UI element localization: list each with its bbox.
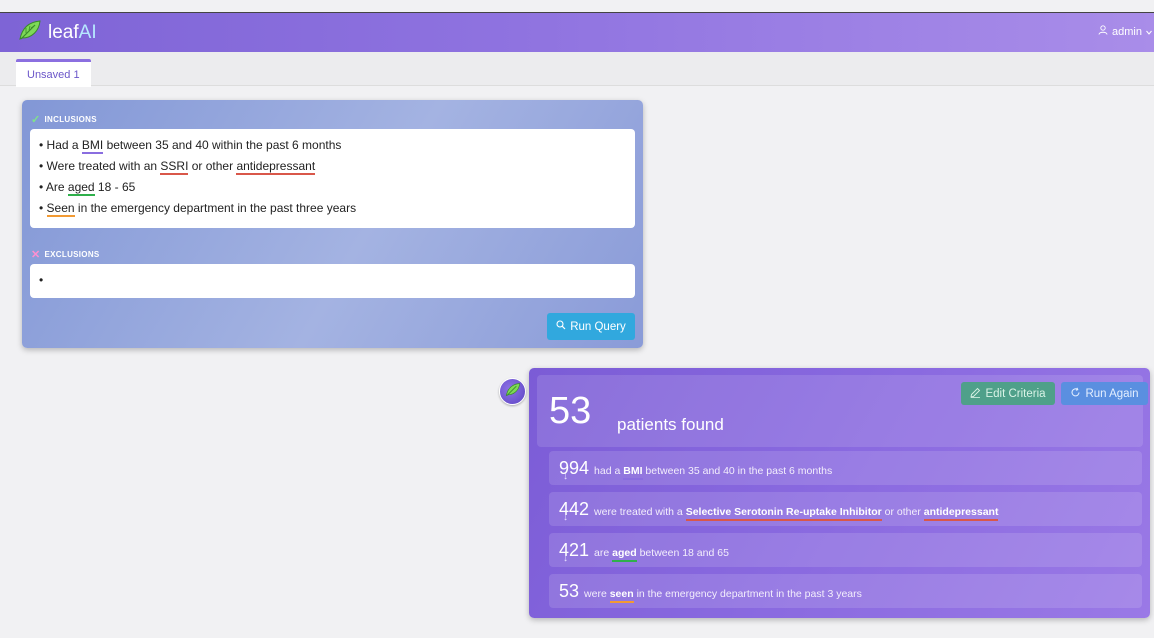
term-aged[interactable]: aged [612,546,637,562]
term-aged[interactable]: aged [67,180,95,196]
arrow-down-icon: ↓ [563,553,568,564]
term-bmi[interactable]: BMI [81,138,104,154]
term-ssri[interactable]: Selective Serotonin Re-uptake Inhibitor [685,505,882,521]
brand-logo[interactable]: leafAI [18,19,97,46]
term-seen[interactable]: Seen [46,201,75,217]
refresh-icon [1070,387,1081,401]
arrow-down-icon: ↓ [563,512,568,523]
criteria-card: ✓ INCLUSIONS • Had a BMI between 35 and … [22,100,643,348]
user-icon [1098,25,1108,38]
result-summary: 53 patients found Edit Criteria Run Agai… [537,375,1148,447]
query-tab-bar: Unsaved 1 [0,52,1154,87]
pencil-icon [970,387,981,401]
x-icon: ✕ [31,249,41,261]
run-query-button[interactable]: Run Query [547,313,635,340]
exclusions-editor[interactable]: • [30,264,635,298]
inclusion-line: • Had a BMI between 35 and 40 within the… [39,138,342,154]
result-step: 994 had a BMI between 35 and 40 in the p… [549,451,1142,485]
chevron-down-icon [1146,26,1152,38]
inclusion-line: • Were treated with an SSRI or other ant… [39,159,316,175]
term-antidepressant[interactable]: antidepressant [923,505,999,521]
step-count: 53 [559,581,580,601]
inclusion-line: • Are aged 18 - 65 [39,180,136,196]
result-step: 53 were seen in the emergency department… [549,574,1142,608]
top-nav-bar: leafAI admin [0,13,1154,52]
exclusion-line: • [39,273,44,287]
patient-count-label: patients found [617,415,724,434]
term-antidepressant[interactable]: antidepressant [236,159,316,175]
leaf-icon [18,19,42,46]
inclusions-editor[interactable]: • Had a BMI between 35 and 40 within the… [30,129,635,228]
leafai-bot-avatar [499,378,526,405]
arrow-down-icon: ↓ [563,471,568,482]
tab-unsaved-1[interactable]: Unsaved 1 [16,59,91,87]
result-step: 421 are aged between 18 and 65 ↓ [549,533,1142,567]
leaf-icon [505,382,521,402]
term-ssri[interactable]: SSRI [160,159,189,175]
inclusions-header: ✓ INCLUSIONS [31,114,97,126]
result-card: 53 patients found Edit Criteria Run Agai… [529,368,1150,618]
brand-name: leafAI [48,21,97,43]
user-name: admin [1112,25,1142,38]
run-again-button[interactable]: Run Again [1061,382,1148,405]
exclusions-header: ✕ EXCLUSIONS [31,249,100,261]
edit-criteria-button[interactable]: Edit Criteria [961,382,1055,405]
term-seen[interactable]: seen [609,587,634,603]
check-icon: ✓ [31,114,41,126]
term-bmi[interactable]: BMI [623,464,643,480]
inclusion-line: • Seen in the emergency department in th… [39,201,357,217]
patient-count: 53 [549,390,592,432]
user-menu[interactable]: admin [1098,25,1152,38]
search-icon [556,320,566,333]
result-step: 442 were treated with a Selective Seroto… [549,492,1142,526]
